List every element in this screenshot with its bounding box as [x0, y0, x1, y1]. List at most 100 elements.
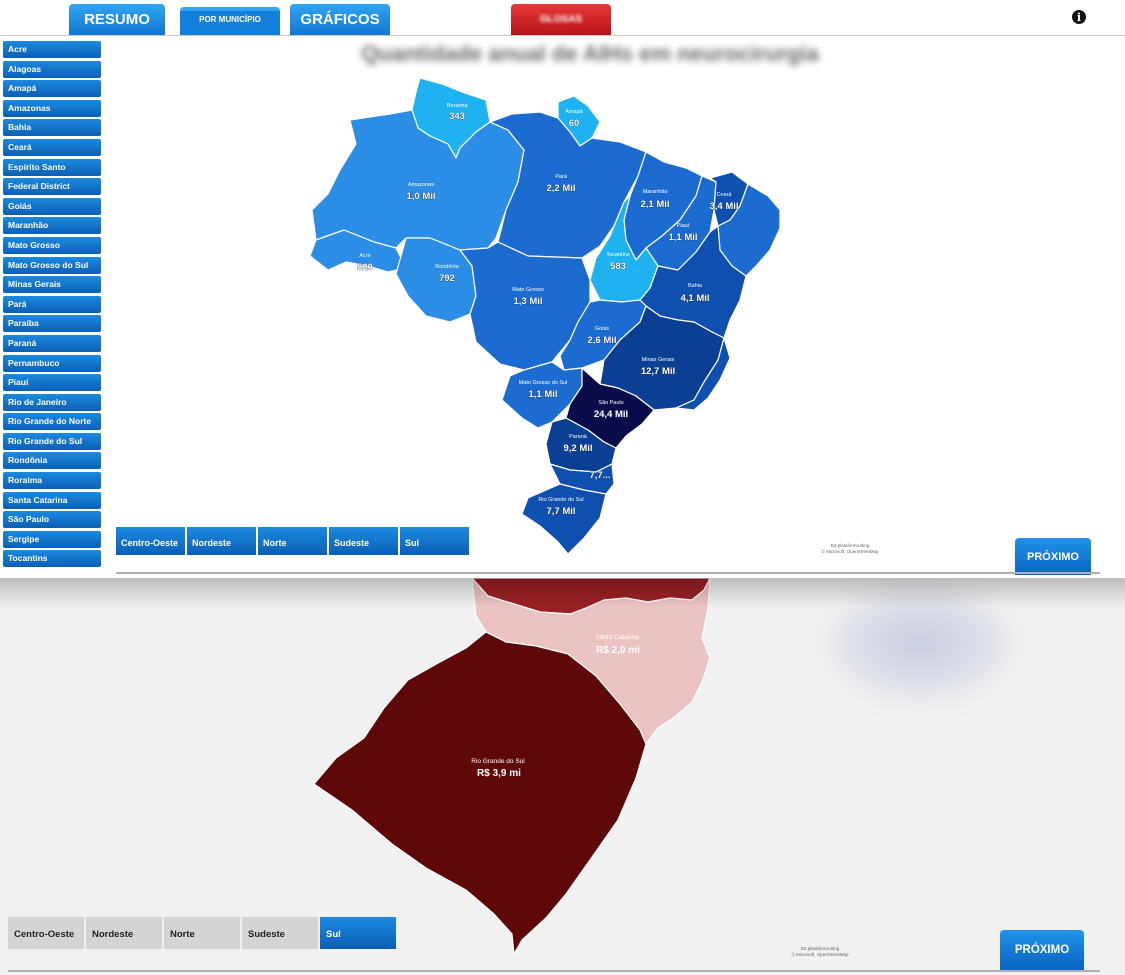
label-para-name: Pará — [555, 174, 568, 180]
panel-shadow — [0, 578, 1125, 608]
label-mato-grosso-value: 1,3 Mil — [513, 296, 542, 307]
nav-graficos-button[interactable]: GRÁFICOS — [290, 4, 390, 35]
brazil-dashboard-panel: RESUMO POR MUNICÍPIO GRÁFICOS GLOSAS i Q… — [0, 0, 1125, 578]
state-filter-tocantins[interactable]: Tocantins — [3, 550, 101, 568]
label-parana-value: 9,2 Mil — [563, 443, 592, 454]
label-bahia-value: 4,1 Mil — [680, 293, 709, 304]
region-tab-centro-oeste[interactable]: Centro-Oeste — [116, 527, 185, 555]
nav-glosas-label: GLOSAS — [539, 14, 583, 25]
state-filter-minas-gerais[interactable]: Minas Gerais — [3, 276, 101, 294]
label-ceara-value: 3,4 Mil — [709, 201, 738, 212]
region-tab-norte[interactable]: Norte — [258, 527, 327, 555]
state-filter-amazonas[interactable]: Amazonas — [3, 99, 101, 117]
label-rondonia-value: 792 — [439, 273, 455, 284]
state-filter-ceara[interactable]: Ceará — [3, 138, 101, 156]
label-mato-grosso-do-sul-name: Mato Grosso do Sul — [519, 380, 568, 386]
label-amazonas-value: 1,0 Mil — [406, 191, 435, 202]
region-tabs-bottom: Centro-Oeste Nordeste Norte Sudeste Sul — [8, 917, 396, 949]
state-filter-para[interactable]: Pará — [3, 295, 101, 313]
state-filter-rio-de-janeiro[interactable]: Rio de Janeiro — [3, 393, 101, 411]
proximo-button-top[interactable]: PRÓXIMO — [1015, 538, 1091, 575]
label-rondonia-name: Rondônia — [435, 264, 459, 270]
label-santa-catarina-value: 7,7... — [589, 470, 610, 481]
nav-glosas-button[interactable]: GLOSAS — [511, 4, 611, 35]
map-credit-bottom: Da plataforma Bing © Microsoft, OpenStre… — [775, 946, 865, 958]
divider-bottom — [8, 970, 1100, 972]
state-filter-parana[interactable]: Paraná — [3, 334, 101, 352]
map-credit-line2: © Microsoft, OpenStreetMap — [791, 952, 849, 957]
region-tab-sul[interactable]: Sul — [320, 917, 396, 949]
state-filter-paraiba[interactable]: Paraíba — [3, 315, 101, 333]
label-goias-name: Goiás — [595, 326, 610, 332]
nav-por-municipio-button[interactable]: POR MUNICÍPIO — [180, 7, 280, 35]
region-tab-norte[interactable]: Norte — [164, 917, 240, 949]
label-piaui-name: Piauí — [677, 223, 690, 229]
south-region-panel: Santa Catarina R$ 2,0 mi Rio Grande do S… — [0, 578, 1125, 975]
label-goias-value: 2,6 Mil — [587, 335, 616, 346]
label-amapa-name: Amapá — [565, 109, 583, 115]
state-filter-rio-grande-do-norte[interactable]: Rio Grande do Norte — [3, 413, 101, 431]
state-filter-acre[interactable]: Acre — [3, 41, 101, 58]
label-para-value: 2,2 Mil — [546, 183, 575, 194]
label-maranhao-name: Maranhão — [643, 189, 668, 195]
label-sao-paulo-name: São Paulo — [598, 400, 623, 406]
region-tab-sul[interactable]: Sul — [400, 527, 469, 555]
state-filter-alagoas[interactable]: Alagoas — [3, 60, 101, 78]
nav-resumo-button[interactable]: RESUMO — [69, 4, 165, 35]
region-tab-nordeste[interactable]: Nordeste — [86, 917, 162, 949]
label-acre-name: Acre — [359, 253, 370, 259]
label-bahia-name: Bahia — [688, 283, 703, 289]
label-sao-paulo-value: 24,4 Mil — [594, 409, 628, 420]
state-filter-goias[interactable]: Goiás — [3, 197, 101, 215]
label-mato-grosso-name: Mato Grosso — [512, 287, 543, 293]
state-filter-espirito-santo[interactable]: Espírito Santo — [3, 158, 101, 176]
state-rio-grande-do-sul[interactable] — [313, 631, 647, 955]
state-filter-rondonia[interactable]: Rondônia — [3, 452, 101, 470]
label-roraima-name: Roraima — [447, 103, 469, 109]
label-santa-catarina-name: Santa Catarina — [595, 634, 639, 641]
proximo-button-bottom[interactable]: PRÓXIMO — [1000, 930, 1084, 970]
state-filter-rio-grande-do-sul[interactable]: Rio Grande do Sul — [3, 432, 101, 450]
label-acre-value: 520 — [357, 262, 373, 273]
south-region-map: Santa Catarina R$ 2,0 mi Rio Grande do S… — [313, 578, 711, 955]
state-amazonas[interactable] — [311, 109, 525, 251]
label-minas-gerais-value: 12,7 Mil — [641, 366, 675, 377]
state-filter-mato-grosso-do-sul[interactable]: Mato Grosso do Sul — [3, 256, 101, 274]
map-credit-line2: © Microsoft, OpenStreetMap — [821, 549, 879, 554]
state-filter-bahia[interactable]: Bahia — [3, 119, 101, 137]
dashboard-screen: RESUMO POR MUNICÍPIO GRÁFICOS GLOSAS i Q… — [0, 0, 1125, 975]
map-title: Quantidade anual de AIHs em neurocirurgi… — [361, 41, 819, 66]
info-icon[interactable]: i — [1072, 10, 1086, 24]
label-tocantins-name: Tocantins — [606, 252, 629, 258]
state-filter-pernambuco[interactable]: Pernambuco — [3, 354, 101, 372]
state-filter-maranhao[interactable]: Maranhão — [3, 217, 101, 235]
label-ceara-name: Ceará — [717, 192, 733, 198]
label-rio-grande-do-sul-value: R$ 3,9 mi — [477, 768, 521, 779]
label-santa-catarina-value: R$ 2,0 mi — [596, 645, 640, 656]
state-filter-sergipe[interactable]: Sergipe — [3, 530, 101, 548]
state-filter-piaui[interactable]: Piauí — [3, 374, 101, 392]
state-filter-mato-grosso[interactable]: Mato Grosso — [3, 236, 101, 254]
state-filter-sao-paulo[interactable]: São Paulo — [3, 511, 101, 529]
state-filter-roraima[interactable]: Roraima — [3, 472, 101, 490]
state-filter-amapa[interactable]: Amapá — [3, 80, 101, 98]
state-rio-grande-do-sul[interactable] — [521, 483, 607, 555]
label-amapa-value: 60 — [569, 118, 580, 129]
region-tab-sudeste[interactable]: Sudeste — [329, 527, 398, 555]
state-filter-santa-catarina[interactable]: Santa Catarina — [3, 491, 101, 509]
label-parana-name: Paraná — [569, 434, 588, 440]
divider-top — [116, 572, 1100, 574]
state-filter-federal-district[interactable]: Federal District — [3, 178, 101, 196]
region-tabs-top: Centro-Oeste Nordeste Norte Sudeste Sul — [116, 527, 469, 555]
label-roraima-value: 343 — [449, 111, 465, 122]
label-minas-gerais-name: Minas Gerais — [642, 357, 675, 363]
label-rio-grande-do-sul-name: Rio Grande do Sul — [471, 758, 525, 765]
map-credit-top: Da plataforma Bing © Microsoft, OpenStre… — [805, 543, 895, 555]
region-tab-centro-oeste[interactable]: Centro-Oeste — [8, 917, 84, 949]
label-mato-grosso-do-sul-value: 1,1 Mil — [528, 389, 557, 400]
label-amazonas-name: Amazonas — [408, 182, 434, 188]
state-filter-list: Acre Alagoas Amapá Amazonas Bahia Ceará Espíri… — [3, 41, 101, 570]
region-tab-sudeste[interactable]: Sudeste — [242, 917, 318, 949]
region-tab-nordeste[interactable]: Nordeste — [187, 527, 256, 555]
brazil-choropleth-map: Roraima 343 Amapá 60 Amazonas 1,0 Mil Pa… — [309, 77, 781, 555]
